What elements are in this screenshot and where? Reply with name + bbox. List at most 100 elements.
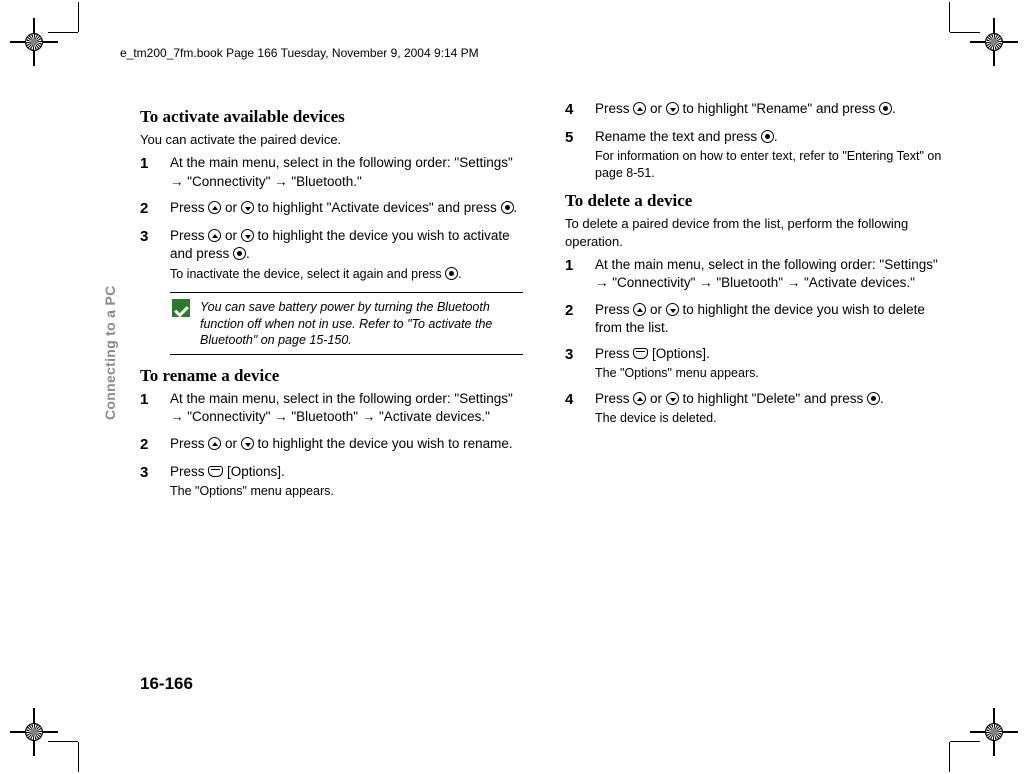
step: 3 Press [Options]. The "Options" menu ap… — [140, 463, 523, 500]
registration-mark-bl — [10, 708, 58, 756]
section-title-delete: To delete a device — [565, 190, 948, 213]
nav-up-icon — [633, 392, 646, 405]
text: Press — [170, 200, 208, 215]
step-subtext: For information on how to enter text, re… — [595, 148, 948, 182]
arrow-icon: → — [362, 409, 376, 424]
text: "Bluetooth" — [713, 275, 787, 290]
step: 2 Press or to highlight the device you w… — [140, 435, 523, 455]
text: At the main menu, select in the followin… — [170, 391, 513, 406]
text: Press — [595, 101, 633, 116]
step-number: 4 — [565, 390, 595, 427]
text: . — [514, 200, 518, 215]
step-text: At the main menu, select in the followin… — [170, 154, 523, 190]
text: Rename the text and press — [595, 129, 761, 144]
step: 3 Press [Options]. The "Options" menu ap… — [565, 345, 948, 382]
content-area: To activate available devices You can ac… — [140, 100, 948, 684]
step: 2 Press or to highlight the device you w… — [565, 301, 948, 337]
text: . — [246, 246, 250, 261]
center-key-icon — [867, 392, 880, 405]
text: "Connectivity" — [184, 409, 275, 424]
step-number: 3 — [140, 227, 170, 282]
text: or — [646, 101, 666, 116]
center-key-icon — [233, 247, 246, 260]
text: At the main menu, select in the followin… — [595, 257, 938, 272]
steps-rename: 1 At the main menu, select in the follow… — [140, 390, 523, 500]
step-number: 1 — [140, 154, 170, 190]
nav-down-icon — [666, 303, 679, 316]
step-number: 1 — [565, 256, 595, 292]
step-number: 2 — [140, 435, 170, 455]
step-number: 4 — [565, 100, 595, 120]
registration-mark-br — [970, 708, 1018, 756]
step-number: 2 — [565, 301, 595, 337]
step-text: Press [Options]. The "Options" menu appe… — [170, 463, 523, 500]
step: 3 Press or to highlight the device you w… — [140, 227, 523, 282]
text: "Activate devices." — [375, 409, 490, 424]
text: . — [774, 129, 778, 144]
step: 1 At the main menu, select in the follow… — [140, 154, 523, 190]
text: to highlight "Delete" and press — [679, 391, 867, 406]
text: [Options]. — [223, 464, 285, 479]
step-number: 3 — [565, 345, 595, 382]
arrow-icon: → — [170, 409, 184, 424]
nav-down-icon — [241, 201, 254, 214]
softkey-icon — [208, 466, 223, 477]
nav-down-icon — [241, 229, 254, 242]
section-intro: To delete a paired device from the list,… — [565, 215, 948, 250]
steps-activate: 1 At the main menu, select in the follow… — [140, 154, 523, 282]
side-tab-label: Connecting to a PC — [102, 285, 118, 420]
step: 4 Press or to highlight "Rename" and pre… — [565, 100, 948, 120]
step-subtext: To inactivate the device, select it agai… — [170, 266, 523, 283]
tip-box: You can save battery power by turning th… — [170, 292, 523, 355]
left-column: To activate available devices You can ac… — [140, 100, 523, 684]
nav-up-icon — [208, 229, 221, 242]
text: or — [646, 391, 666, 406]
page-header: e_tm200_7fm.book Page 166 Tuesday, Novem… — [120, 46, 479, 60]
nav-down-icon — [666, 392, 679, 405]
step-text: Press [Options]. The "Options" menu appe… — [595, 345, 948, 382]
step-text: Press or to highlight "Activate devices"… — [170, 199, 523, 219]
nav-up-icon — [633, 303, 646, 316]
center-key-icon — [761, 130, 774, 143]
nav-up-icon — [208, 437, 221, 450]
crop-mark — [910, 702, 950, 742]
text: Press — [170, 228, 208, 243]
text: "Bluetooth." — [288, 174, 362, 189]
tip-text: You can save battery power by turning th… — [200, 299, 521, 348]
step-text: Press or to highlight the device you wis… — [170, 227, 523, 282]
text: Press — [595, 391, 633, 406]
step-text: Rename the text and press . For informat… — [595, 128, 948, 182]
section-intro: You can activate the paired device. — [140, 131, 523, 149]
arrow-icon: → — [787, 275, 801, 290]
nav-down-icon — [241, 437, 254, 450]
steps-rename-cont: 4 Press or to highlight "Rename" and pre… — [565, 100, 948, 182]
steps-delete: 1 At the main menu, select in the follow… — [565, 256, 948, 427]
text: to highlight "Activate devices" and pres… — [254, 200, 501, 215]
text: [Options]. — [648, 346, 710, 361]
step: 4 Press or to highlight "Delete" and pre… — [565, 390, 948, 427]
step-number: 2 — [140, 199, 170, 219]
step-number: 1 — [140, 390, 170, 426]
text: At the main menu, select in the followin… — [170, 155, 513, 170]
step: 5 Rename the text and press . For inform… — [565, 128, 948, 182]
step-subtext: The "Options" menu appears. — [170, 483, 523, 500]
center-key-icon — [501, 201, 514, 214]
right-column: 4 Press or to highlight "Rename" and pre… — [565, 100, 948, 684]
softkey-icon — [633, 348, 648, 359]
step-number: 3 — [140, 463, 170, 500]
text: or — [221, 228, 241, 243]
step-text: Press or to highlight the device you wis… — [595, 301, 948, 337]
arrow-icon: → — [274, 174, 288, 189]
registration-mark-tr — [970, 18, 1018, 66]
crop-mark — [78, 702, 118, 742]
center-key-icon — [445, 267, 458, 280]
arrow-icon: → — [595, 275, 609, 290]
step-text: Press or to highlight "Delete" and press… — [595, 390, 948, 427]
text: Press — [170, 436, 208, 451]
text: or — [646, 302, 666, 317]
section-title-activate: To activate available devices — [140, 106, 523, 129]
step-number: 5 — [565, 128, 595, 182]
text: To inactivate the device, select it agai… — [170, 267, 445, 281]
text: or — [221, 436, 241, 451]
crop-mark — [78, 32, 118, 72]
